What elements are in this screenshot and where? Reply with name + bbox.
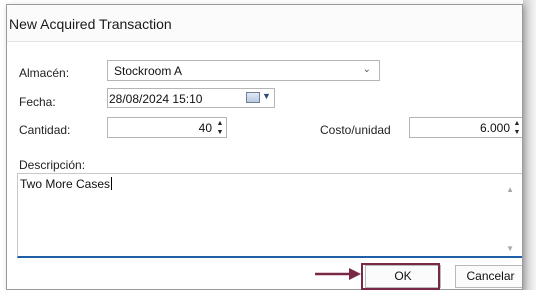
- fecha-datepicker[interactable]: 28/08/2024 15:10 ▼: [107, 88, 275, 108]
- almacen-value: Stockroom A: [114, 64, 183, 78]
- arrow-right-icon: [315, 268, 361, 280]
- cantidad-spinner[interactable]: ▲ ▼: [215, 119, 225, 137]
- spinner-down-icon[interactable]: ▼: [215, 128, 225, 137]
- descripcion-text: Two More Cases: [20, 177, 111, 191]
- cantidad-value: 40: [198, 121, 212, 135]
- descripcion-label: Descripción:: [19, 158, 86, 172]
- descripcion-textarea[interactable]: Two More Cases ▲ ▼: [17, 173, 522, 258]
- title-bar: New Acquired Transaction: [7, 5, 522, 42]
- costo-spinner[interactable]: ▲ ▼: [512, 119, 522, 137]
- text-caret: [111, 177, 113, 190]
- cancel-button[interactable]: Cancelar: [455, 265, 522, 288]
- ok-highlight-box: [361, 263, 440, 290]
- cantidad-stepper[interactable]: 40 ▲ ▼: [107, 117, 227, 138]
- cantidad-label: Cantidad:: [19, 123, 71, 137]
- almacen-label: Almacén:: [19, 66, 70, 80]
- scroll-down-icon[interactable]: ▼: [506, 244, 514, 253]
- calendar-icon[interactable]: [246, 92, 260, 103]
- chevron-down-icon: ⌄: [362, 64, 371, 75]
- fecha-value: 28/08/2024 15:10: [109, 92, 203, 106]
- fecha-label: Fecha:: [19, 95, 56, 109]
- dialog-title: New Acquired Transaction: [9, 16, 172, 32]
- spinner-up-icon[interactable]: ▲: [512, 119, 522, 128]
- window-shadow: [523, 0, 536, 290]
- descripcion-value: Two More Cases: [20, 177, 113, 191]
- costo-label: Costo/unidad: [320, 123, 391, 137]
- scroll-up-icon[interactable]: ▲: [506, 185, 514, 194]
- dialog-window: New Acquired Transaction Almacén: Stockr…: [6, 4, 523, 290]
- dropdown-arrow-icon[interactable]: ▼: [262, 91, 271, 101]
- costo-value: 6.000: [479, 121, 510, 135]
- almacen-select[interactable]: Stockroom A ⌄: [107, 60, 380, 81]
- spinner-down-icon[interactable]: ▼: [512, 128, 522, 137]
- costo-stepper[interactable]: 6.000 ▲ ▼: [409, 117, 522, 138]
- spinner-up-icon[interactable]: ▲: [215, 119, 225, 128]
